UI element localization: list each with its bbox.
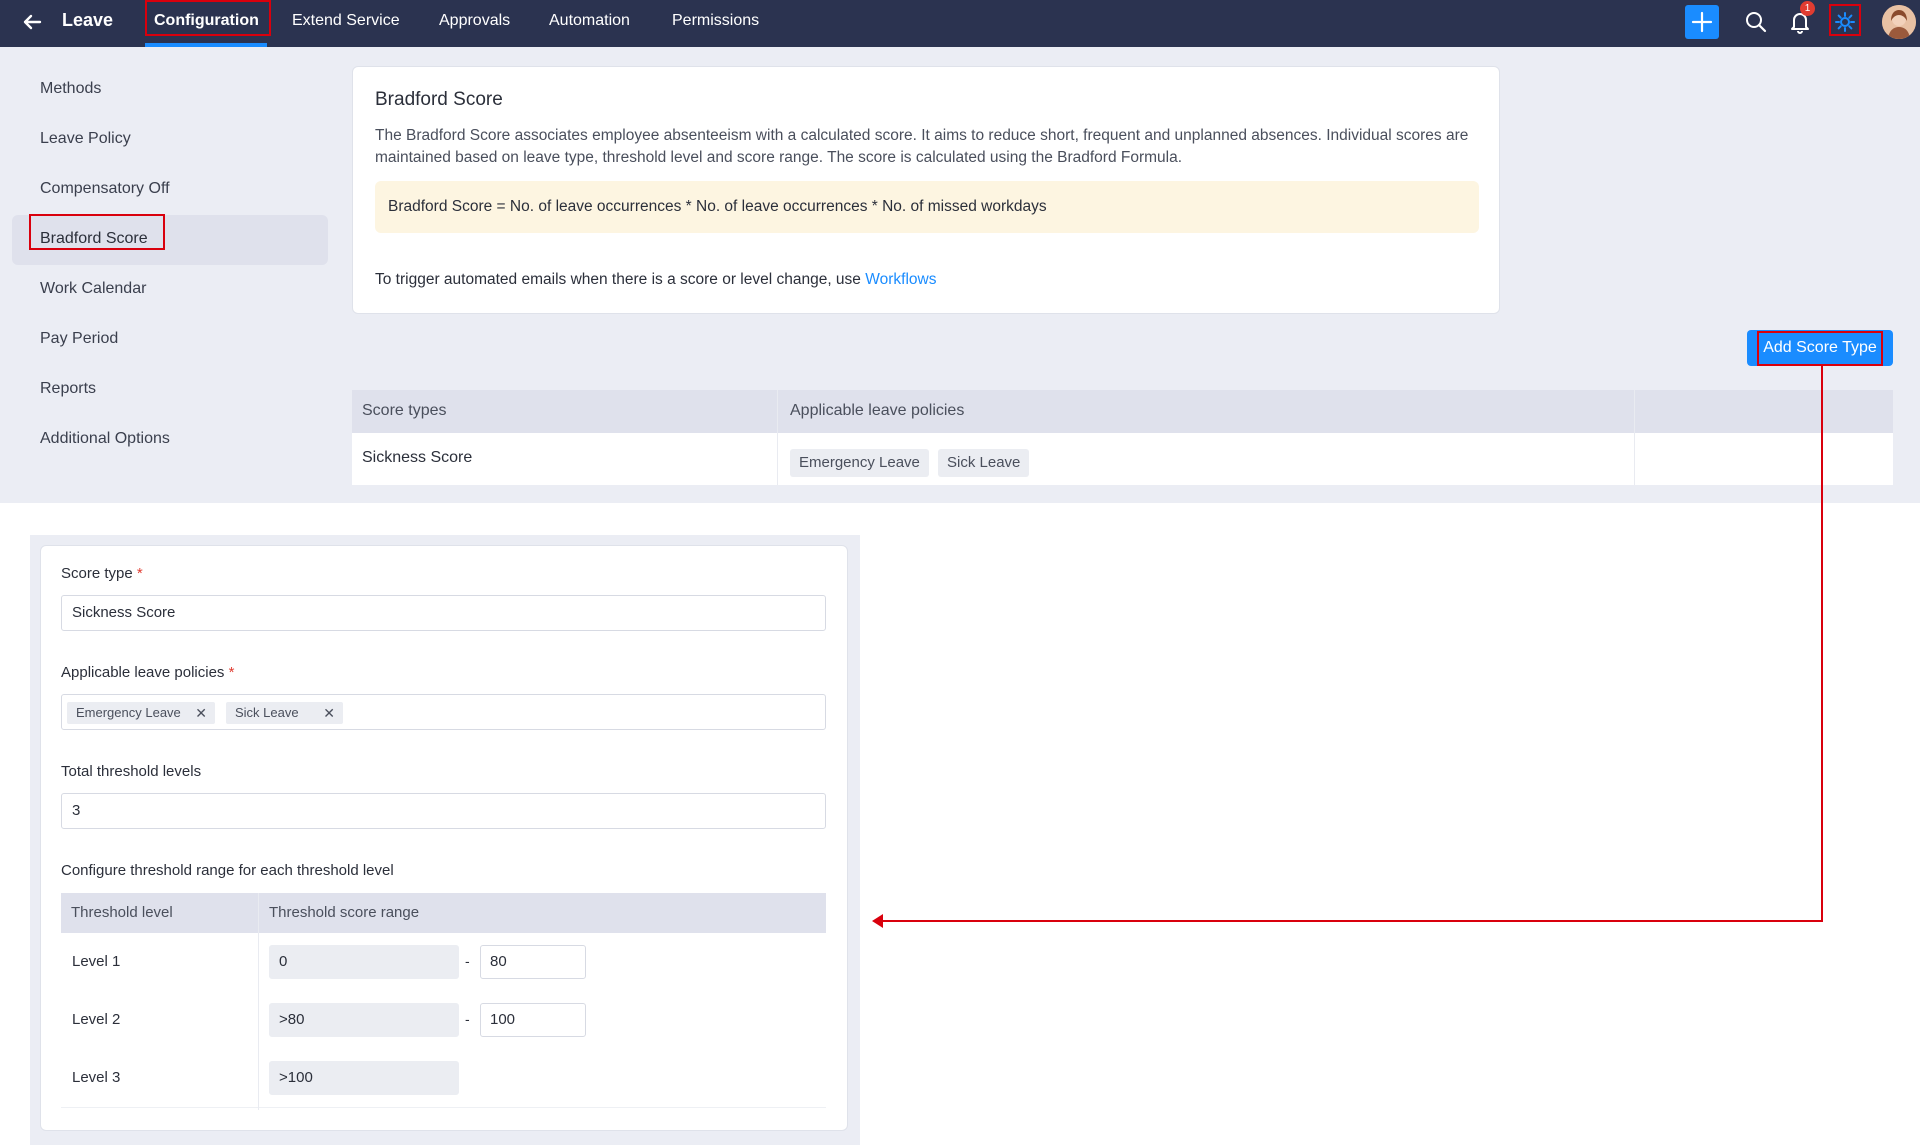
sidebar-item-methods[interactable]: Methods [40,80,101,98]
range-from-field: >100 [269,1061,459,1095]
threshold-levels-label: Total threshold levels [61,763,202,780]
header-score-types: Score types [362,402,447,419]
search-icon[interactable] [1742,8,1770,36]
bradford-info-card: Bradford Score The Bradford Score associ… [352,66,1500,314]
remove-tag-icon[interactable]: ✕ [195,702,207,724]
column-divider [1634,390,1635,485]
range-separator: - [465,953,470,969]
column-divider [258,893,259,1110]
card-description: The Bradford Score associates employee a… [375,127,1469,166]
table-row: Level 1 0 - 80 [61,933,826,992]
level-name: Level 2 [72,1011,121,1028]
policy-tag-label: Sick Leave [235,705,299,720]
highlight-add-score-type [1757,331,1883,366]
score-type-input[interactable]: Sickness Score [61,595,826,631]
policy-chip: Sick Leave [938,449,1030,477]
highlight-configuration-tab [145,0,271,36]
range-to-input[interactable]: 100 [480,1003,586,1037]
sidebar-item-additional-options[interactable]: Additional Options [40,430,170,448]
score-type-label-text: Score type [61,565,133,582]
policy-tag: Emergency Leave ✕ [67,702,215,724]
score-type-label: Score type * [61,565,143,582]
score-type-name: Sickness Score [362,449,473,466]
header-applicable-policies: Applicable leave policies [790,402,965,419]
policies-multiselect[interactable]: Emergency Leave ✕ Sick Leave ✕ [61,694,826,730]
workflows-link[interactable]: Workflows [865,271,936,288]
table-row: Level 2 >80 - 100 [61,991,826,1050]
notification-badge: 1 [1800,1,1815,16]
range-separator: - [465,1011,470,1027]
sidebar-item-leave-policy[interactable]: Leave Policy [40,130,131,148]
connector-arrowhead [872,914,883,928]
range-from-field: >80 [269,1003,459,1037]
range-to-input[interactable]: 80 [480,945,586,979]
top-navigation-bar: Leave Configuration Extend Service Appro… [0,0,1920,47]
table-header: Threshold level Threshold score range [61,893,826,933]
header-threshold-level: Threshold level [71,904,173,921]
trigger-text-label: To trigger automated emails when there i… [375,271,861,288]
level-name: Level 1 [72,953,121,970]
highlight-bradford-score [29,214,165,250]
range-from-field: 0 [269,945,459,979]
required-marker: * [228,664,235,681]
range-section-label: Configure threshold range for each thres… [61,862,394,879]
card-title: Bradford Score [375,89,503,110]
highlight-gear-icon [1829,4,1861,36]
remove-tag-icon[interactable]: ✕ [323,702,335,724]
column-divider [777,390,778,485]
threshold-levels-input[interactable]: 3 [61,793,826,829]
app-title: Leave [62,10,114,30]
policies-label: Applicable leave policies * [61,664,234,681]
trigger-text: To trigger automated emails when there i… [375,271,936,289]
tab-extend-service[interactable]: Extend Service [292,12,400,30]
sidebar-item-reports[interactable]: Reports [40,380,96,398]
table-header: Score types Applicable leave policies [352,390,1893,433]
table-row[interactable]: Sickness Score [352,433,1893,485]
policies-label-text: Applicable leave policies [61,664,225,681]
policy-tag-label: Emergency Leave [76,705,181,720]
sidebar-item-work-calendar[interactable]: Work Calendar [40,280,146,298]
tab-automation[interactable]: Automation [549,12,630,30]
table-row: Level 3 >100 [61,1049,826,1108]
header-threshold-range: Threshold score range [269,904,420,921]
formula-box: Bradford Score = No. of leave occurrence… [375,181,1479,233]
required-marker: * [136,565,143,582]
tab-permissions[interactable]: Permissions [672,12,759,30]
add-new-button[interactable] [1685,5,1719,39]
avatar[interactable] [1882,5,1916,39]
sidebar-item-pay-period[interactable]: Pay Period [40,330,118,348]
threshold-range-table: Threshold level Threshold score range Le… [61,893,826,1110]
policy-tag: Sick Leave ✕ [226,702,343,724]
level-name: Level 3 [72,1069,121,1086]
connector-line [878,920,1823,922]
sidebar-item-compensatory-off[interactable]: Compensatory Off [40,180,170,198]
tab-approvals[interactable]: Approvals [439,12,510,30]
connector-line [1821,366,1823,922]
back-arrow-icon[interactable] [18,8,46,36]
policy-chip: Emergency Leave [790,449,929,477]
